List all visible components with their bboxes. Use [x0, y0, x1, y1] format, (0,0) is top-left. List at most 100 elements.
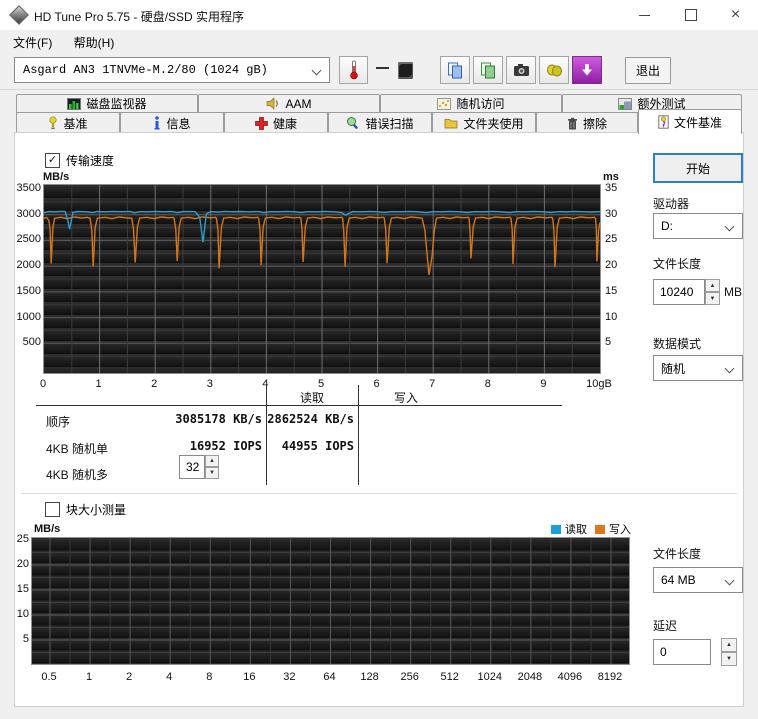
axis-tick-label: 15 [605, 284, 618, 297]
axis-tick-label: 8 [484, 378, 491, 390]
start-button-label: 开始 [685, 161, 710, 176]
row-label-4kb-multi: 4KB 随机多 [46, 468, 109, 482]
4kb-single-write-value: 44955 IOPS [281, 439, 354, 453]
info-icon [154, 116, 160, 130]
legend-read-label: 读取 [565, 524, 587, 536]
file-benchmark-panel: ✓ 传输速度 MB/s ms 3500 3000 2500 2000 1500 1000 5… [14, 132, 744, 707]
axis-tick-label: 0 [39, 378, 47, 390]
file-length-label: 文件长度 [653, 257, 702, 271]
axis-tick-label: 2 [151, 378, 158, 390]
erase-icon [567, 117, 577, 129]
tab-info[interactable]: 信息 [120, 112, 224, 133]
drive-dropdown-value: Asgard AN3 1TNVMe-M.2/80 (1024 gB) [23, 63, 268, 77]
block-size-label: 块大小测量 [66, 503, 127, 517]
tab-label: 随机访问 [456, 97, 505, 111]
axis-tick-label: 128 [360, 671, 379, 683]
screenshot-button[interactable] [506, 56, 536, 84]
block-size-chart-canvas [32, 538, 629, 664]
tab-random-access[interactable]: 随机访问 [380, 94, 562, 113]
drive-select[interactable]: D: [653, 213, 743, 239]
axis-tick-label: 2048 [517, 671, 543, 683]
transfer-speed-checkbox[interactable]: ✓ 传输速度 [45, 152, 114, 169]
data-mode-value: 随机 [661, 361, 686, 376]
minimize-button[interactable] [622, 0, 667, 30]
menu-bar: 文件(F) 帮助(H) [0, 30, 758, 52]
tab-label: 文件夹使用 [463, 116, 524, 131]
axis-tick-label: 1024 [477, 671, 503, 683]
axis-tick-label: 2000 [16, 259, 41, 272]
file-length-stepper[interactable]: ▲ ▼ [705, 279, 720, 305]
stepper-up-icon[interactable]: ▲ [705, 279, 720, 292]
title-bar: HD Tune Pro 5.75 - 硬盘/SSD 实用程序 × [0, 0, 758, 30]
benchmark-icon [49, 116, 58, 130]
delay-input[interactable]: 0 [653, 639, 711, 665]
copy-image-button[interactable] [473, 56, 503, 84]
queue-depth-value: 32 [186, 460, 200, 474]
axis-tick-label: 20 [605, 259, 618, 272]
block-file-length-label: 文件长度 [653, 547, 702, 561]
axis-tick-label: 9 [540, 378, 547, 390]
file-benchmark-icon [658, 115, 669, 129]
tab-folder-usage[interactable]: 文件夹使用 [432, 112, 536, 133]
tab-label: 擦除 [582, 116, 607, 131]
camera-icon [513, 64, 529, 76]
tab-erase[interactable]: 擦除 [536, 112, 638, 133]
start-button[interactable]: 开始 [653, 153, 743, 183]
axis-tick-label: 3 [206, 378, 213, 390]
temperature-button[interactable] [339, 56, 368, 84]
chevron-down-icon [311, 65, 322, 76]
chevron-down-icon [724, 221, 735, 232]
download-button[interactable] [572, 56, 602, 84]
delay-value: 0 [660, 645, 667, 659]
transfer-chart-plot [43, 184, 601, 374]
copy-text-button[interactable] [440, 56, 470, 84]
copy-pages-icon [448, 62, 462, 78]
data-mode-select[interactable]: 随机 [653, 355, 743, 381]
axis-tick-label: 1500 [16, 284, 41, 297]
stepper-down-icon[interactable]: ▼ [721, 652, 737, 666]
queue-depth-stepper[interactable]: ▲ ▼ [205, 455, 219, 479]
exit-button[interactable]: 退出 [625, 57, 671, 84]
block-file-length-select[interactable]: 64 MB [653, 567, 743, 593]
hd-tune-window: HD Tune Pro 5.75 - 硬盘/SSD 实用程序 × 文件(F) 帮… [0, 0, 758, 719]
tab-aam[interactable]: AAM [198, 94, 380, 113]
axis-tick-label: 1000 [16, 310, 41, 323]
tab-disk-monitor[interactable]: 磁盘监视器 [16, 94, 198, 113]
stepper-up-icon[interactable]: ▲ [205, 455, 219, 467]
axis-tick-label: 5 [22, 633, 29, 645]
block-file-length-value: 64 MB [661, 573, 696, 587]
data-mode-label: 数据模式 [653, 337, 702, 351]
tab-health[interactable]: 健康 [224, 112, 328, 133]
queue-depth-input[interactable]: 32 [179, 455, 205, 479]
checkbox-unchecked-icon [45, 502, 60, 517]
thermometer-icon [349, 60, 358, 80]
table-divider [266, 385, 267, 485]
close-button[interactable]: × [713, 0, 758, 30]
close-icon: × [730, 6, 741, 23]
tab-benchmark[interactable]: 基准 [16, 112, 120, 133]
block-size-checkbox[interactable]: 块大小测量 [45, 501, 126, 518]
export-button[interactable] [539, 56, 569, 84]
axis-tick-label: 1 [86, 671, 93, 683]
table-divider [358, 385, 359, 485]
stepper-up-icon[interactable]: ▲ [721, 638, 737, 652]
drive-dropdown[interactable]: Asgard AN3 1TNVMe-M.2/80 (1024 gB) [14, 57, 330, 83]
down-arrow-icon [582, 64, 592, 76]
tab-label: 磁盘监视器 [86, 97, 147, 111]
tab-file-benchmark[interactable]: 文件基准 [638, 109, 742, 134]
stepper-down-icon[interactable]: ▼ [705, 292, 720, 305]
checkbox-checked-icon: ✓ [45, 153, 60, 168]
maximize-button[interactable] [668, 0, 713, 30]
file-length-input[interactable]: 10240 [653, 279, 705, 305]
toolbar: Asgard AN3 1TNVMe-M.2/80 (1024 gB) 退出 [0, 52, 758, 90]
y-axis-unit-left: MB/s [43, 171, 70, 183]
file-length-unit: MB [724, 285, 742, 299]
delay-stepper[interactable]: ▲ ▼ [721, 638, 737, 666]
stepper-down-icon[interactable]: ▼ [205, 467, 219, 479]
tab-error-scan[interactable]: 错误扫描 [328, 112, 432, 133]
extra-tests-icon [618, 97, 633, 110]
legend-write-label: 写入 [609, 524, 631, 536]
chevron-down-icon [724, 575, 735, 586]
legend-read-swatch [551, 524, 561, 534]
axis-tick-label: 8192 [597, 671, 623, 683]
